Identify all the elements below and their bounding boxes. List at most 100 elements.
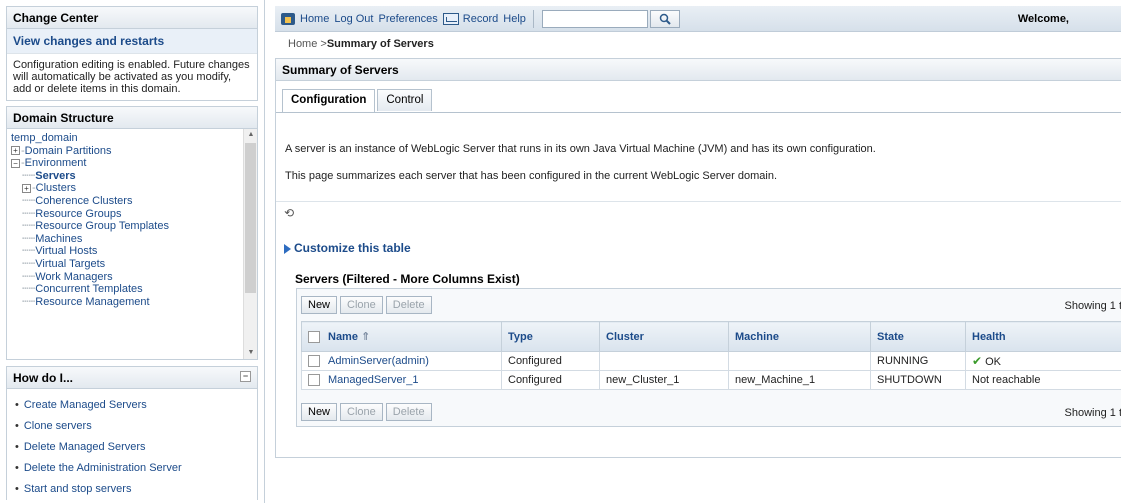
- toolbar-divider: [532, 9, 534, 28]
- domain-tree: temp_domain + -Domain Partitions − -Enviro…: [7, 129, 257, 359]
- help-link[interactable]: Help: [503, 13, 526, 25]
- how-do-i-list: Create Managed Servers Clone servers Del…: [7, 389, 257, 500]
- tree-item-work-managers[interactable]: ┄┄Work Managers: [11, 271, 257, 284]
- home-link[interactable]: Home: [300, 13, 329, 25]
- search-input[interactable]: [541, 9, 648, 28]
- column-header-state[interactable]: State: [870, 321, 966, 352]
- home-icon[interactable]: [281, 12, 295, 25]
- server-health: ✔ OK: [965, 351, 1121, 371]
- tree-item-resource-group-templates[interactable]: ┄┄Resource Group Templates: [11, 220, 257, 233]
- column-header-health[interactable]: Health: [965, 321, 1121, 352]
- scroll-down-icon[interactable]: ▼: [244, 347, 257, 359]
- tree-item-domain-partitions[interactable]: + -Domain Partitions: [11, 145, 257, 158]
- bottom-button-bar: New Clone Delete: [301, 403, 435, 421]
- how-do-i-item[interactable]: Delete Managed Servers: [13, 437, 251, 458]
- page-title: Summary of Servers: [276, 59, 1121, 81]
- how-do-i-item[interactable]: Create Managed Servers: [13, 395, 251, 416]
- change-center-panel: Change Center View changes and restarts …: [6, 6, 258, 101]
- servers-table-container: New Clone Delete Showing 1 t Name ⇑ Type…: [296, 288, 1121, 427]
- tree-item-resource-groups[interactable]: ┄┄Resource Groups: [11, 208, 257, 221]
- description-2: This page summarizes each server that ha…: [285, 170, 777, 182]
- tree-root[interactable]: temp_domain: [11, 132, 257, 145]
- logout-link[interactable]: Log Out: [334, 13, 373, 25]
- table-row: AdminServer(admin) Configured RUNNING ✔ O…: [301, 351, 1121, 371]
- tab-divider: [276, 112, 1121, 113]
- search-icon: [659, 13, 671, 25]
- tree-item-clusters[interactable]: + -Clusters: [11, 182, 257, 195]
- tab-bar: Configuration Control: [282, 89, 434, 113]
- column-header-name[interactable]: Name ⇑: [301, 321, 502, 352]
- minimize-icon[interactable]: −: [240, 371, 251, 382]
- tree-item-machines[interactable]: ┄┄Machines: [11, 233, 257, 246]
- server-name-link[interactable]: ManagedServer_1: [328, 374, 419, 386]
- row-checkbox[interactable]: [308, 355, 320, 368]
- table-title: Servers (Filtered - More Columns Exist): [295, 272, 520, 286]
- tree-item-virtual-hosts[interactable]: ┄┄Virtual Hosts: [11, 245, 257, 258]
- expand-icon[interactable]: +: [11, 146, 20, 156]
- how-do-i-item[interactable]: Clone servers: [13, 416, 251, 437]
- customize-table-link[interactable]: Customize this table: [284, 241, 411, 255]
- tree-item-virtual-targets[interactable]: ┄┄Virtual Targets: [11, 258, 257, 271]
- breadcrumb-home[interactable]: Home >: [288, 38, 327, 50]
- server-name-link[interactable]: AdminServer(admin): [328, 355, 429, 367]
- clone-button[interactable]: Clone: [340, 403, 383, 421]
- server-type: Configured: [501, 351, 600, 371]
- record-icon[interactable]: [442, 12, 459, 25]
- search-button[interactable]: [649, 9, 680, 28]
- delete-button[interactable]: Delete: [385, 403, 432, 421]
- server-health: Not reachable: [965, 370, 1121, 390]
- new-button[interactable]: New: [301, 403, 338, 421]
- collapse-icon[interactable]: −: [11, 158, 20, 168]
- preferences-link[interactable]: Preferences: [378, 13, 437, 25]
- change-center-text: Configuration editing is enabled. Future…: [13, 59, 250, 95]
- server-machine: [728, 351, 871, 371]
- column-header-machine[interactable]: Machine: [728, 321, 871, 352]
- clone-button[interactable]: Clone: [340, 296, 383, 314]
- server-cluster: [599, 351, 729, 371]
- change-center-title: Change Center: [7, 7, 257, 29]
- expand-icon[interactable]: +: [22, 183, 31, 193]
- tree-item-servers[interactable]: ┄┄Servers: [11, 170, 257, 183]
- servers-table: Name ⇑ Type Cluster Machine State Health…: [301, 321, 1121, 390]
- select-all-checkbox[interactable]: [308, 331, 320, 344]
- record-link[interactable]: Record: [463, 13, 498, 25]
- server-state: SHUTDOWN: [870, 370, 966, 390]
- domain-structure-title: Domain Structure: [7, 107, 257, 129]
- server-state: RUNNING: [870, 351, 966, 371]
- server-machine: new_Machine_1: [728, 370, 871, 390]
- how-do-i-item[interactable]: Start and stop servers: [13, 479, 251, 500]
- tab-control[interactable]: Control: [377, 89, 433, 111]
- section-divider: [276, 201, 1121, 202]
- top-button-bar: New Clone Delete: [301, 296, 435, 314]
- how-do-i-panel: How do I... − Create Managed Servers Clo…: [6, 366, 258, 500]
- domain-structure-panel: Domain Structure temp_domain + -Domain Pa…: [6, 106, 258, 360]
- new-button[interactable]: New: [301, 296, 338, 314]
- how-do-i-title: How do I... −: [7, 367, 257, 389]
- column-header-cluster[interactable]: Cluster: [599, 321, 729, 352]
- tree-item-environment[interactable]: − -Environment: [11, 157, 257, 170]
- scroll-thumb[interactable]: [245, 143, 256, 293]
- view-changes-link[interactable]: View changes and restarts: [7, 29, 257, 54]
- breadcrumb-current: Summary of Servers: [326, 38, 434, 50]
- main-panel: Summary of Servers Configuration Control…: [275, 58, 1121, 458]
- tree-item-resource-management[interactable]: ┄┄Resource Management: [11, 296, 257, 309]
- tab-configuration[interactable]: Configuration: [282, 89, 376, 113]
- showing-count: Showing 1 t: [1064, 407, 1121, 419]
- tree-item-concurrent-templates[interactable]: ┄┄Concurrent Templates: [11, 283, 257, 296]
- how-do-i-item[interactable]: Delete the Administration Server: [13, 458, 251, 479]
- sort-icon[interactable]: ⇑: [361, 331, 370, 343]
- breadcrumb: Home >Summary of Servers: [288, 38, 434, 50]
- scroll-up-icon[interactable]: ▲: [244, 129, 257, 141]
- expand-triangle-icon: [284, 243, 291, 254]
- top-toolbar: Home Log Out Preferences Record Help Wel…: [275, 6, 1121, 32]
- showing-count: Showing 1 t: [1064, 300, 1121, 312]
- row-checkbox[interactable]: [308, 374, 320, 387]
- delete-button[interactable]: Delete: [385, 296, 432, 314]
- tree-item-coherence-clusters[interactable]: ┄┄Coherence Clusters: [11, 195, 257, 208]
- server-cluster: new_Cluster_1: [599, 370, 729, 390]
- tree-scrollbar[interactable]: ▲ ▼: [243, 129, 257, 359]
- column-header-type[interactable]: Type: [501, 321, 600, 352]
- check-icon: ✔: [972, 354, 983, 368]
- refresh-icon[interactable]: ⟲: [284, 206, 294, 220]
- server-type: Configured: [501, 370, 600, 390]
